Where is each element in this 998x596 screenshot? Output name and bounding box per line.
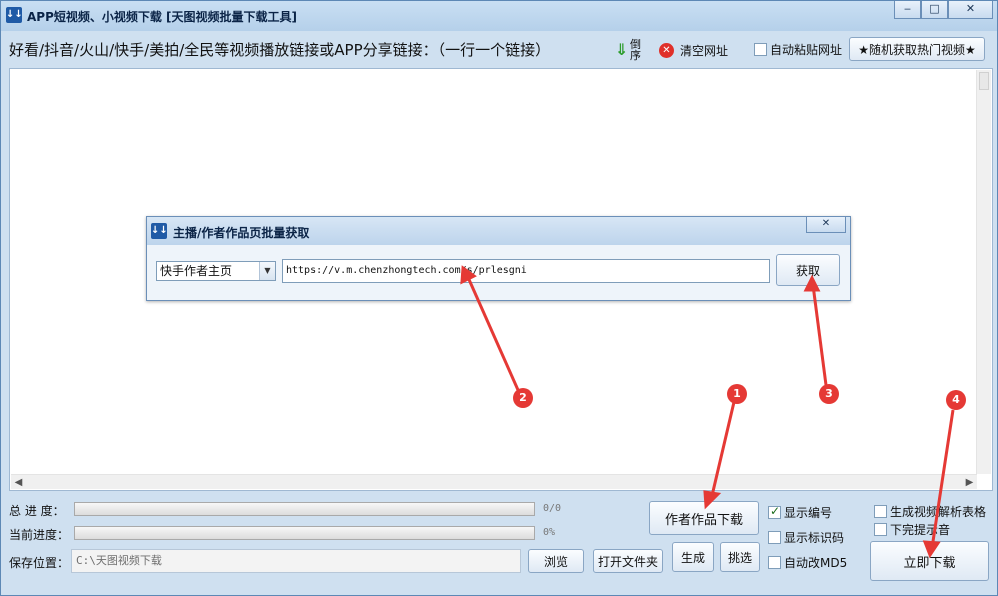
show-number-checkbox[interactable]: 显示编号 — [768, 504, 832, 521]
total-progress-bar — [74, 502, 535, 516]
auto-md5-box[interactable] — [768, 556, 781, 569]
current-progress-text: 0% — [543, 527, 556, 538]
annotation-marker-4: 4 — [946, 390, 966, 410]
pick-button[interactable]: 挑选 — [720, 542, 760, 572]
save-location-label: 保存位置： — [9, 556, 70, 570]
window-title: APP短视频、小视频下载 [天图视频批量下载工具] — [27, 10, 298, 24]
auto-md5-checkbox[interactable]: 自动改MD5 — [768, 554, 847, 571]
total-progress-label: 总 进 度： — [9, 504, 65, 518]
total-progress-text: 0/0 — [543, 503, 562, 514]
show-number-label: 显示编号 — [784, 506, 833, 520]
app-download-icon: ↓↓ — [6, 7, 23, 23]
current-progress-label: 当前进度： — [9, 528, 70, 542]
auto-paste-checkbox[interactable]: 自动粘贴网址 — [754, 41, 842, 58]
dialog-title-bar[interactable]: ↓↓ 主播/作者作品页批量获取 ✕ — [147, 217, 850, 245]
show-number-box[interactable] — [768, 504, 781, 519]
show-watermark-label: 显示标识码 — [784, 531, 845, 545]
auto-paste-label: 自动粘贴网址 — [770, 43, 843, 57]
auto-md5-label: 自动改MD5 — [784, 556, 848, 570]
annotation-marker-2: 2 — [513, 388, 533, 408]
source-type-value: 快手作者主页 — [160, 264, 233, 278]
scroll-thumb[interactable] — [979, 72, 989, 90]
fetch-button[interactable]: 获取 — [776, 254, 840, 286]
current-progress-bar — [74, 526, 535, 540]
scroll-right-icon[interactable]: ▶ — [962, 475, 977, 490]
close-button[interactable]: ✕ — [948, 1, 993, 19]
gen-table-label: 生成视频解析表格 — [890, 505, 987, 519]
scroll-left-icon[interactable]: ◀ — [11, 475, 26, 490]
gen-table-box[interactable] — [874, 505, 887, 518]
finish-sound-label: 下完提示音 — [890, 523, 951, 537]
link-input-hint: 好看/抖音/火山/快手/美拍/全民等视频播放链接或APP分享链接：（一行一个链接… — [9, 41, 551, 59]
show-watermark-box[interactable] — [768, 531, 781, 544]
top-toolbar: 好看/抖音/火山/快手/美拍/全民等视频播放链接或APP分享链接：（一行一个链接… — [1, 35, 997, 63]
vertical-scrollbar[interactable] — [976, 70, 991, 474]
download-now-button[interactable]: 立即下载 — [870, 541, 989, 581]
clear-urls-button[interactable]: ✕ 清空网址 — [659, 41, 728, 59]
title-bar[interactable]: ↓↓ APP短视频、小视频下载 [天图视频批量下载工具] ‒ □ ✕ — [1, 1, 997, 31]
app-download-icon: ↓↓ — [151, 223, 168, 239]
maximize-button[interactable]: □ — [921, 1, 948, 19]
reverse-order-label: 倒序 — [630, 38, 641, 62]
reverse-order-button[interactable]: ⇓ 倒序 — [615, 39, 645, 61]
clear-icon: ✕ — [659, 42, 674, 58]
annotation-marker-3: 3 — [819, 384, 839, 404]
clear-urls-label: 清空网址 — [680, 43, 729, 58]
horizontal-scrollbar[interactable]: ◀ ▶ — [11, 474, 977, 489]
author-batch-dialog: ↓↓ 主播/作者作品页批量获取 ✕ 快手作者主页 ▼ https://v.m.c… — [146, 216, 851, 301]
dialog-close-button[interactable]: ✕ — [806, 217, 846, 233]
chevron-down-icon[interactable]: ▼ — [259, 262, 275, 280]
annotation-marker-1: 1 — [727, 384, 747, 404]
author-works-download-button[interactable]: 作者作品下载 — [649, 501, 759, 535]
finish-sound-box[interactable] — [874, 523, 887, 536]
save-path-input[interactable]: C:\天图视频下载 — [71, 549, 521, 573]
app-window: ↓↓ APP短视频、小视频下载 [天图视频批量下载工具] ‒ □ ✕ 好看/抖音… — [0, 0, 998, 596]
open-folder-button[interactable]: 打开文件夹 — [593, 549, 663, 573]
down-arrow-icon: ⇓ — [615, 40, 629, 59]
window-controls: ‒ □ ✕ — [894, 1, 993, 19]
dialog-body: 快手作者主页 ▼ https://v.m.chenzhongtech.com/s… — [147, 245, 850, 300]
browse-button[interactable]: 浏览 — [528, 549, 584, 573]
auto-paste-box[interactable] — [754, 43, 767, 56]
random-hot-videos-button[interactable]: ★随机获取热门视频★ — [849, 37, 985, 61]
minimize-button[interactable]: ‒ — [894, 1, 921, 19]
finish-sound-checkbox[interactable]: 下完提示音 — [874, 521, 950, 538]
generate-button[interactable]: 生成 — [672, 542, 714, 572]
dialog-title: 主播/作者作品页批量获取 — [173, 226, 310, 240]
source-type-select[interactable]: 快手作者主页 ▼ — [156, 261, 276, 281]
author-url-input[interactable]: https://v.m.chenzhongtech.com/s/prlesgni — [282, 259, 770, 283]
gen-table-checkbox[interactable]: 生成视频解析表格 — [874, 503, 986, 520]
show-watermark-checkbox[interactable]: 显示标识码 — [768, 529, 844, 546]
